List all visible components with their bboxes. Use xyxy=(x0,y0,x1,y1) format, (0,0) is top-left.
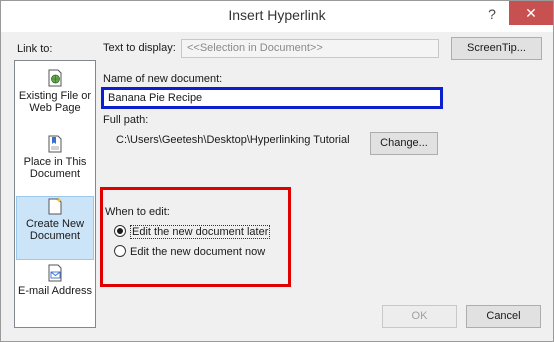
link-to-existing-file-label: Existing File or Web Page xyxy=(18,90,92,114)
edit-now-radio[interactable] xyxy=(114,245,126,257)
edit-later-option[interactable]: Edit the new document later xyxy=(114,225,271,239)
when-to-edit-label: When to edit: xyxy=(105,206,170,218)
screentip-button[interactable]: ScreenTip... xyxy=(451,37,542,60)
link-to-place-in-document-label: Place in This Document xyxy=(23,156,87,180)
edit-later-radio[interactable] xyxy=(114,225,126,237)
title-bar: Insert Hyperlink ? ✕ xyxy=(1,1,553,32)
close-button[interactable]: ✕ xyxy=(509,1,553,25)
new-document-icon xyxy=(48,197,62,215)
link-to-panel: Existing File or Web Page Place in This … xyxy=(14,60,96,328)
new-document-name-field[interactable]: Banana Pie Recipe xyxy=(101,87,443,109)
help-button[interactable]: ? xyxy=(479,3,505,25)
insert-hyperlink-dialog: Insert Hyperlink ? ✕ Link to: Existing F… xyxy=(0,0,554,342)
globe-page-icon xyxy=(48,69,62,87)
text-to-display-label: Text to display: xyxy=(103,42,176,54)
ok-button[interactable]: OK xyxy=(382,305,457,328)
full-path-label: Full path: xyxy=(103,114,149,126)
cancel-button[interactable]: Cancel xyxy=(466,305,541,328)
edit-later-label: Edit the new document later xyxy=(130,225,271,239)
link-to-place-in-document[interactable]: Place in This Document xyxy=(16,135,94,199)
document-bookmark-icon xyxy=(48,135,62,153)
link-to-create-new-document-label: Create New Document xyxy=(25,218,85,242)
dialog-title: Insert Hyperlink xyxy=(228,7,326,23)
name-of-new-document-label: Name of new document: xyxy=(103,73,223,85)
email-icon xyxy=(48,264,62,282)
change-button[interactable]: Change... xyxy=(370,132,438,155)
edit-now-option[interactable]: Edit the new document now xyxy=(114,245,265,258)
link-to-label: Link to: xyxy=(17,43,53,55)
full-path-value: C:\Users\Geetesh\Desktop\Hyperlinking Tu… xyxy=(116,134,350,146)
link-to-existing-file[interactable]: Existing File or Web Page xyxy=(16,69,94,133)
edit-now-label: Edit the new document now xyxy=(130,246,266,258)
link-to-email-address-label: E-mail Address xyxy=(18,285,92,297)
link-to-create-new-document[interactable]: Create New Document xyxy=(16,196,94,260)
link-to-email-address[interactable]: E-mail Address xyxy=(16,264,94,328)
text-to-display-field[interactable]: <<Selection in Document>> xyxy=(181,39,439,58)
